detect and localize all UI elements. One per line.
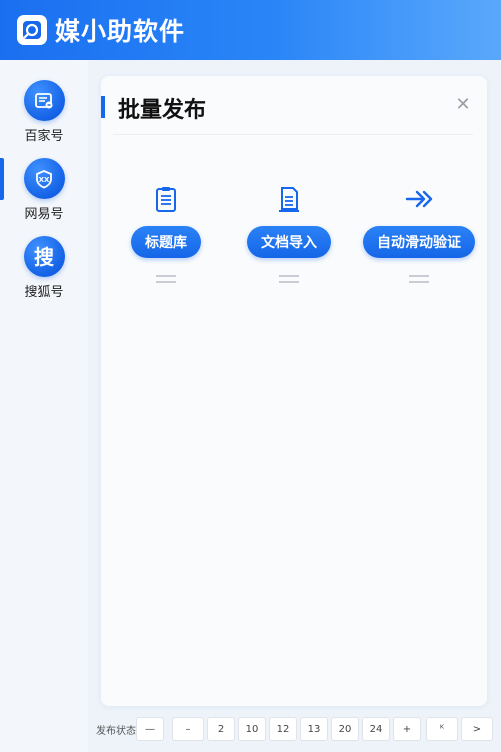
page-button[interactable]: — <box>136 717 164 741</box>
action-document-import: 文档导入 <box>239 184 339 304</box>
page-button[interactable]: 13 <box>300 717 328 741</box>
app-title: 媒小助软件 <box>55 17 186 46</box>
close-icon[interactable]: ✕ <box>455 96 471 114</box>
clipboard-list-icon <box>156 187 176 212</box>
sidebar: 百家号 XX 网易号 搜 搜狐号 <box>0 60 88 752</box>
page-button[interactable]: – <box>172 717 204 741</box>
app-logo-icon <box>17 15 47 45</box>
panel-title: 批量发布 <box>118 98 207 123</box>
title-library-button[interactable]: 标题库 <box>131 226 201 258</box>
page-button[interactable]: 12 <box>269 717 297 741</box>
action-auto-slide-verify: 自动滑动验证 <box>363 184 475 304</box>
page-button[interactable]: + <box>393 717 421 741</box>
action-title-library: 标题库 <box>116 184 216 304</box>
sidebar-item-wangyihao[interactable]: XX 网易号 <box>0 158 88 228</box>
sidebar-item-label: 网易号 <box>24 207 64 222</box>
publish-status-label: 发布状态 <box>96 725 136 737</box>
next-page-button[interactable]: > <box>461 717 493 741</box>
sidebar-item-sohu[interactable]: 搜 搜狐号 <box>0 236 88 306</box>
sohu-icon: 搜 <box>23 236 65 277</box>
sidebar-item-baijiahao[interactable]: 百家号 <box>0 80 88 150</box>
document-import-button[interactable]: 文档导入 <box>247 226 331 258</box>
page-button[interactable]: 20 <box>331 717 359 741</box>
page-button[interactable]: 24 <box>362 717 390 741</box>
batch-publish-panel: 批量发布 ✕ 标题库 文档导入 自动滑动验证 <box>101 76 487 706</box>
prev-page-button[interactable]: ᴷ <box>426 717 458 741</box>
drop-indicator-icon <box>156 270 176 286</box>
title-bar: 媒小助软件 <box>0 0 501 60</box>
baijiahao-icon <box>23 80 65 121</box>
wangyihao-icon: XX <box>23 158 65 199</box>
drop-indicator-icon <box>279 270 299 286</box>
document-import-icon <box>279 187 299 212</box>
auto-slide-verify-button[interactable]: 自动滑动验证 <box>363 226 475 258</box>
sidebar-item-label: 搜狐号 <box>24 285 64 300</box>
panel-title-accent <box>101 96 105 118</box>
sidebar-item-label: 百家号 <box>24 129 64 144</box>
footer-pagination: 发布状态 — – 2 10 12 13 20 24 + ᴷ > <box>96 716 496 742</box>
page-button[interactable]: 2 <box>207 717 235 741</box>
panel-divider <box>113 134 473 135</box>
svg-text:XX: XX <box>39 176 50 184</box>
page-button[interactable]: 10 <box>238 717 266 741</box>
drop-indicator-icon <box>409 270 429 286</box>
double-arrow-right-icon <box>405 190 433 208</box>
panel-header: 批量发布 ✕ <box>101 90 487 132</box>
